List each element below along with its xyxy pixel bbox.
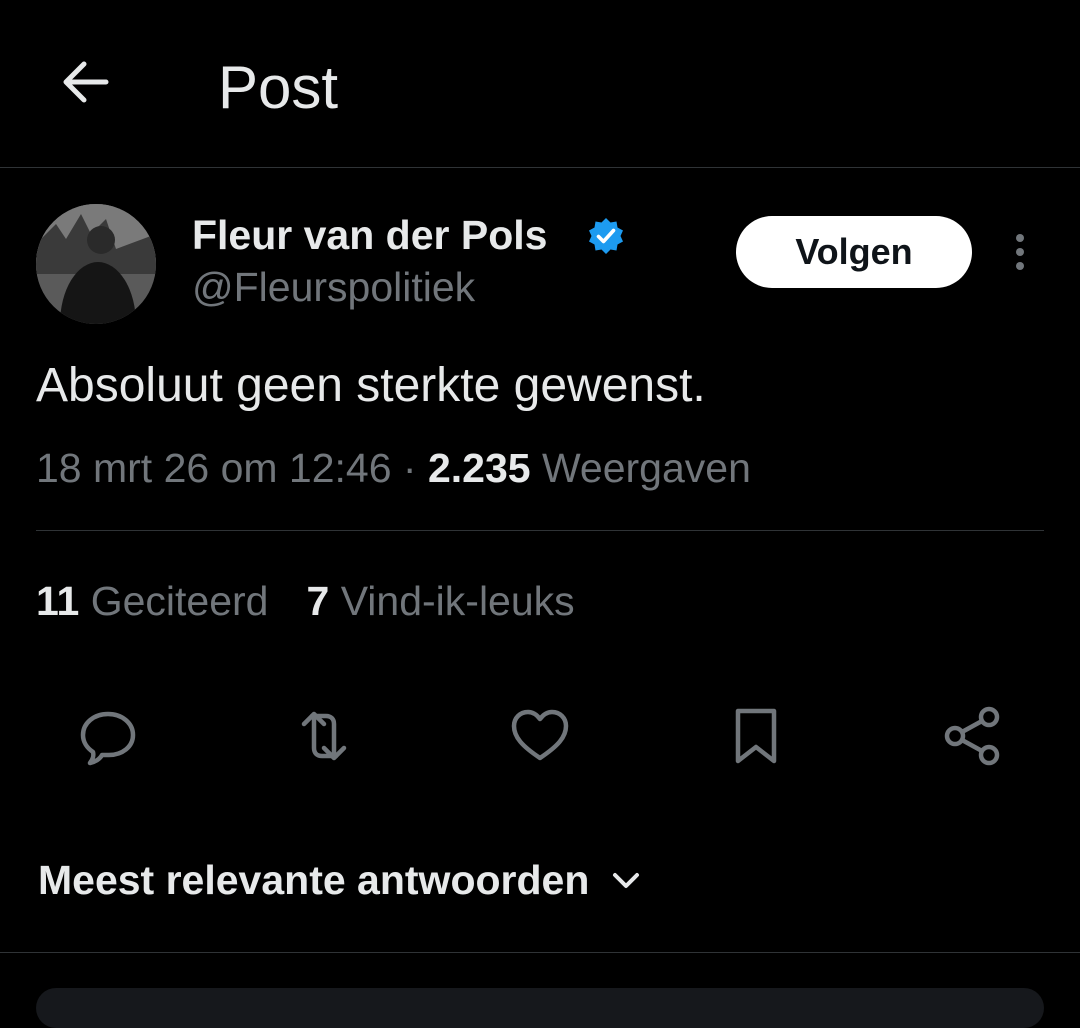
- like-icon: [511, 709, 569, 761]
- views-label: Weergaven: [530, 445, 751, 491]
- bookmark-button[interactable]: [724, 704, 788, 768]
- reply-icon: [80, 711, 136, 766]
- divider: [0, 952, 1080, 953]
- meta-separator: ·: [391, 445, 428, 491]
- like-button[interactable]: [508, 704, 572, 768]
- repost-icon: [301, 711, 347, 761]
- repost-button[interactable]: [292, 704, 356, 768]
- follow-button[interactable]: Volgen: [736, 216, 972, 288]
- author-name[interactable]: Fleur van der Pols: [192, 210, 547, 260]
- reply-composer[interactable]: [36, 988, 1044, 1028]
- page-title: Post: [218, 54, 339, 121]
- views-count: 2.235: [427, 445, 531, 491]
- likes-count: 7: [306, 578, 330, 624]
- divider: [36, 530, 1044, 531]
- replies-sort-label: Meest relevante antwoorden: [38, 857, 590, 903]
- avatar[interactable]: [36, 204, 156, 324]
- top-bar: Post: [0, 0, 1080, 168]
- verified-badge-icon: [586, 216, 626, 256]
- quotes-count: 11: [36, 578, 80, 624]
- post-text: Absoluut geen sterkte gewenst.: [36, 359, 706, 412]
- share-icon: [944, 706, 1000, 766]
- engagement-stats: 11 Geciteerd 7 Vind-ik-leuks: [36, 575, 575, 627]
- bookmark-icon: [735, 708, 777, 764]
- reply-button[interactable]: [76, 704, 140, 768]
- more-options-icon[interactable]: [998, 226, 1042, 278]
- author-handle[interactable]: @Fleurspolitiek: [192, 262, 475, 312]
- chevron-down-icon: [609, 863, 643, 897]
- post-timestamp[interactable]: 18 mrt 26 om 12:46: [36, 445, 392, 491]
- replies-sort-dropdown[interactable]: Meest relevante antwoorden: [38, 852, 643, 908]
- arrow-left-icon: [63, 61, 109, 103]
- post-meta: 18 mrt 26 om 12:46 · 2.235 Weergaven: [36, 442, 751, 494]
- quotes-label: Geciteerd: [79, 578, 269, 624]
- likes-label: Vind-ik-leuks: [329, 578, 575, 624]
- back-button[interactable]: [52, 50, 116, 114]
- share-button[interactable]: [940, 704, 1004, 768]
- avatar-photo: [36, 204, 156, 324]
- quotes-stat[interactable]: 11 Geciteerd: [36, 578, 269, 624]
- likes-stat[interactable]: 7 Vind-ik-leuks: [307, 578, 575, 624]
